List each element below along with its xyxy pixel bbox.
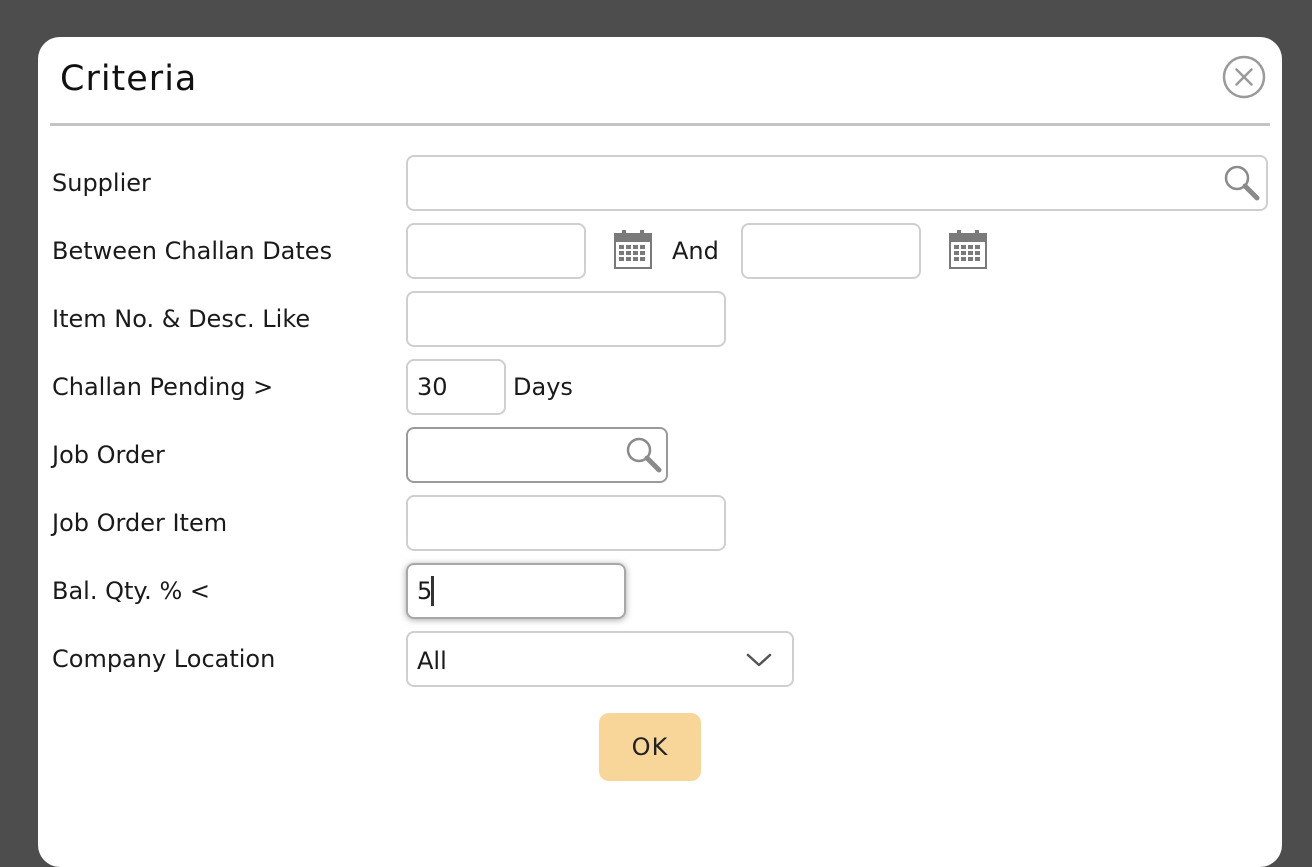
- job-order-field[interactable]: [406, 427, 668, 483]
- company-location-selected: All: [417, 647, 447, 675]
- days-label: Days: [513, 373, 573, 401]
- text-cursor: [431, 576, 434, 606]
- job-order-label: Job Order: [52, 441, 165, 469]
- challan-dates-label: Between Challan Dates: [52, 237, 333, 265]
- challan-date-from-input[interactable]: [408, 225, 584, 277]
- challan-date-to-input[interactable]: [743, 225, 919, 277]
- challan-pending-field[interactable]: [406, 359, 506, 415]
- ok-button[interactable]: OK: [599, 713, 701, 781]
- job-order-item-row: Job Order Item: [52, 495, 1272, 551]
- challan-date-from-field[interactable]: [406, 223, 586, 279]
- job-order-row: Job Order: [52, 427, 1272, 483]
- challan-date-to-field[interactable]: [741, 223, 921, 279]
- supplier-field[interactable]: [406, 155, 1268, 211]
- challan-pending-row: Challan Pending > Days: [52, 359, 1272, 415]
- close-button[interactable]: [1222, 55, 1266, 99]
- job-order-item-label: Job Order Item: [52, 509, 228, 537]
- challan-dates-row: Between Challan Dates And: [52, 223, 1272, 279]
- company-location-label: Company Location: [52, 645, 276, 673]
- dialog-title: Criteria: [60, 59, 198, 99]
- company-location-row: Company Location All: [52, 631, 1272, 687]
- company-location-select[interactable]: All: [406, 631, 794, 687]
- bal-qty-label: Bal. Qty. % <: [52, 577, 210, 605]
- item-desc-label: Item No. & Desc. Like: [52, 305, 311, 333]
- item-desc-row: Item No. & Desc. Like: [52, 291, 1272, 347]
- job-order-item-input[interactable]: [408, 497, 724, 549]
- and-label: And: [672, 237, 719, 265]
- bal-qty-field[interactable]: [406, 563, 626, 619]
- search-icon[interactable]: [624, 435, 664, 475]
- supplier-row: Supplier: [52, 155, 1272, 211]
- item-desc-input[interactable]: [408, 293, 724, 345]
- bal-qty-input[interactable]: [408, 565, 624, 617]
- item-desc-field[interactable]: [406, 291, 726, 347]
- chevron-down-icon: [746, 653, 772, 667]
- criteria-dialog: Criteria Supplier Between Challan Dates: [38, 37, 1282, 867]
- dialog-header: Criteria: [50, 37, 1270, 126]
- close-circle-icon: [1222, 55, 1266, 99]
- challan-pending-input[interactable]: [408, 361, 504, 413]
- calendar-icon[interactable]: [614, 229, 652, 269]
- job-order-item-field[interactable]: [406, 495, 726, 551]
- calendar-icon[interactable]: [949, 229, 987, 269]
- search-icon[interactable]: [1222, 163, 1262, 203]
- challan-pending-label: Challan Pending >: [52, 373, 274, 401]
- bal-qty-row: Bal. Qty. % <: [52, 563, 1272, 619]
- supplier-label: Supplier: [52, 169, 151, 197]
- supplier-input[interactable]: [408, 157, 1266, 209]
